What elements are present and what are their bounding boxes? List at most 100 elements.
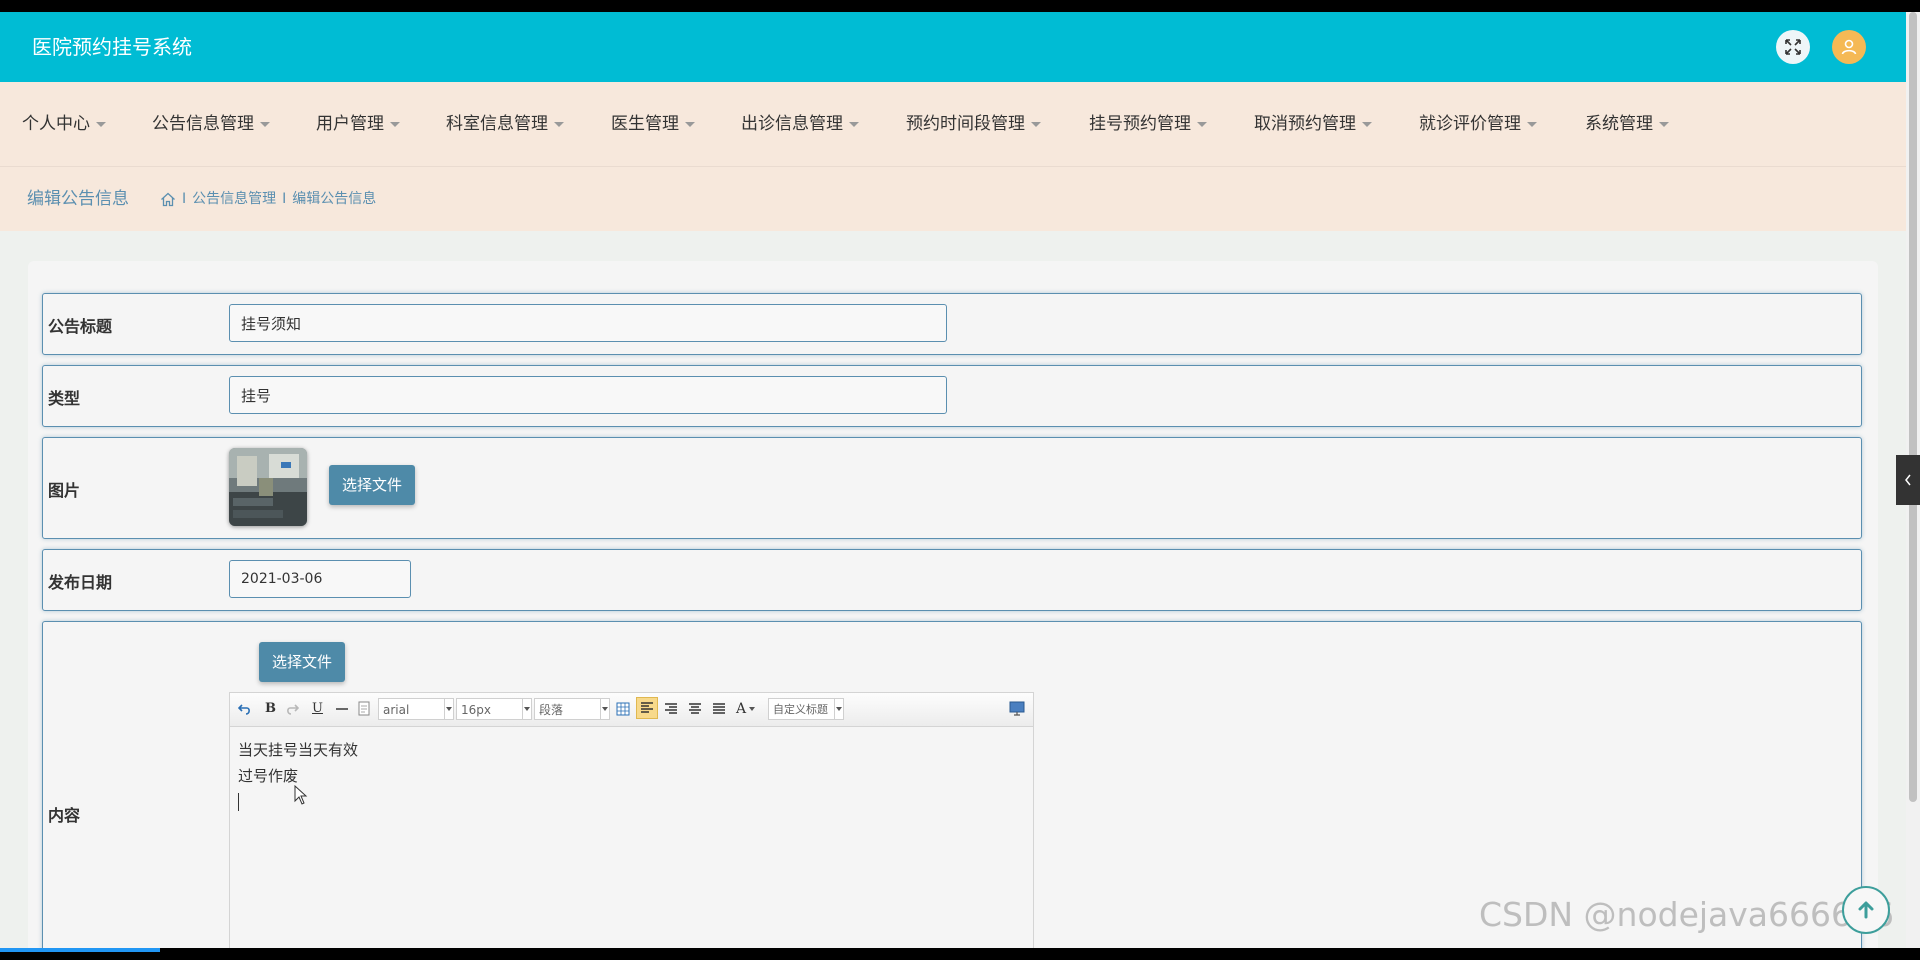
caret-down-icon [1659,121,1669,127]
font-color-button[interactable]: A [736,701,746,717]
chevron-left-icon [1905,474,1911,486]
align-left-icon [641,702,653,713]
caret-down-icon [685,121,695,127]
fullscreen-button[interactable] [1776,30,1810,64]
underline-button[interactable]: U [312,701,323,717]
form-row-type: 类型 [42,365,1862,427]
nav-clinic-schedule-management[interactable]: 出诊信息管理 [741,82,859,166]
arrow-up-icon [1858,901,1874,919]
nav-label: 公告信息管理 [152,114,254,134]
preview-icon[interactable] [1009,701,1025,716]
content-label: 内容 [48,806,81,825]
side-panel-toggle[interactable] [1896,455,1920,505]
nav-cancel-appointment-management[interactable]: 取消预约管理 [1254,82,1372,166]
user-icon [1841,39,1857,55]
title-label: 公告标题 [48,317,113,336]
type-input[interactable] [229,376,947,414]
page-load-progress [0,948,160,952]
undo-icon[interactable] [238,702,252,716]
breadcrumb: I 公告信息管理 I 编辑公告信息 [160,167,376,231]
form-row-title: 公告标题 [42,293,1862,355]
nav-time-slot-management[interactable]: 预约时间段管理 [906,82,1041,166]
nav-personal-center[interactable]: 个人中心 [22,82,106,166]
hospital-photo-thumbnail [229,448,307,526]
chevron-down-icon [600,699,609,719]
paste-icon[interactable] [358,701,370,716]
main-nav: 个人中心 公告信息管理 用户管理 科室信息管理 医生管理 出诊信息管理 预约时间… [0,82,1906,167]
caret-down-icon [554,121,564,127]
scrollbar-thumb[interactable] [1909,12,1917,802]
chevron-down-icon[interactable] [749,707,755,711]
content-choose-file-button[interactable]: 选择文件 [259,642,345,682]
content-area: 公告标题 类型 图片 [0,231,1906,948]
nav-doctor-management[interactable]: 医生管理 [611,82,695,166]
font-family-value: arial [383,703,410,717]
image-preview [229,448,307,526]
nav-label: 出诊信息管理 [741,114,843,134]
chevron-down-icon [834,699,843,719]
font-size-select[interactable]: 16px [456,698,532,720]
image-label: 图片 [48,481,81,500]
top-header: 医院预约挂号系统 [0,12,1906,82]
bold-button[interactable]: B [265,701,276,717]
nav-label: 科室信息管理 [446,114,548,134]
caret-down-icon [849,121,859,127]
nav-label: 预约时间段管理 [906,114,1025,134]
align-left-button[interactable] [636,697,658,719]
paragraph-select[interactable]: 段落 [534,698,610,720]
title-input[interactable] [229,304,947,342]
home-icon[interactable] [160,192,176,207]
chevron-down-icon [444,699,453,719]
table-icon[interactable] [616,702,630,716]
image-choose-file-button[interactable]: 选择文件 [329,465,415,505]
page-title: 编辑公告信息 [27,189,129,209]
breadcrumb-separator: I [182,191,187,207]
caret-down-icon [260,121,270,127]
paragraph-value: 段落 [539,703,564,717]
scroll-to-top-button[interactable] [1842,886,1890,934]
caret-down-icon [1197,121,1207,127]
font-family-select[interactable]: arial [378,698,454,720]
nav-notice-management[interactable]: 公告信息管理 [152,82,270,166]
form-row-image: 图片 选择文件 [42,437,1862,539]
fullscreen-icon [1785,39,1801,55]
nav-label: 挂号预约管理 [1089,114,1191,134]
app-title: 医院预约挂号系统 [32,35,192,59]
align-center-icon[interactable] [688,702,702,716]
custom-title-select[interactable]: 自定义标题 [768,698,844,720]
breadcrumb-notice-management[interactable]: 公告信息管理 [192,167,276,231]
nav-label: 取消预约管理 [1254,114,1356,134]
app-frame: 医院预约挂号系统 个人中心 公告信息管理 用户管理 科室信息管理 医生管理 出诊… [0,12,1906,948]
nav-label: 用户管理 [316,114,384,134]
nav-user-management[interactable]: 用户管理 [316,82,400,166]
nav-label: 医生管理 [611,114,679,134]
breadcrumb-separator: I [282,191,287,207]
caret-down-icon [390,121,400,127]
user-avatar-button[interactable] [1832,30,1866,64]
redo-icon[interactable] [285,702,299,716]
nav-department-management[interactable]: 科室信息管理 [446,82,564,166]
chevron-down-icon [522,699,531,719]
nav-appointment-management[interactable]: 挂号预约管理 [1089,82,1207,166]
editor-toolbar: B U arial 16px 段落 A 自定义标题 [230,693,1033,727]
caret-down-icon [1362,121,1372,127]
align-justify-icon[interactable] [712,702,726,716]
align-right-icon[interactable] [664,702,678,716]
form-row-date: 发布日期 [42,549,1862,611]
caret-down-icon [1031,121,1041,127]
editor-content[interactable]: 当天挂号当天有效 过号作废 [238,737,358,789]
caret-down-icon [1527,121,1537,127]
type-label: 类型 [48,389,81,408]
nav-system-management[interactable]: 系统管理 [1585,82,1669,166]
custom-title-value: 自定义标题 [773,703,828,716]
nav-label: 系统管理 [1585,114,1653,134]
horizontal-rule-icon[interactable] [335,702,349,716]
font-size-value: 16px [461,703,491,717]
mouse-cursor-icon [294,785,308,805]
date-input[interactable] [229,560,411,598]
nav-label: 就诊评价管理 [1419,114,1521,134]
rich-text-editor[interactable]: B U arial 16px 段落 A 自定义标题 当天挂号当天有效 过号作废 [229,692,1034,948]
nav-review-management[interactable]: 就诊评价管理 [1419,82,1537,166]
nav-label: 个人中心 [22,114,90,134]
watermark: CSDN @nodejava666666 [1478,895,1894,934]
